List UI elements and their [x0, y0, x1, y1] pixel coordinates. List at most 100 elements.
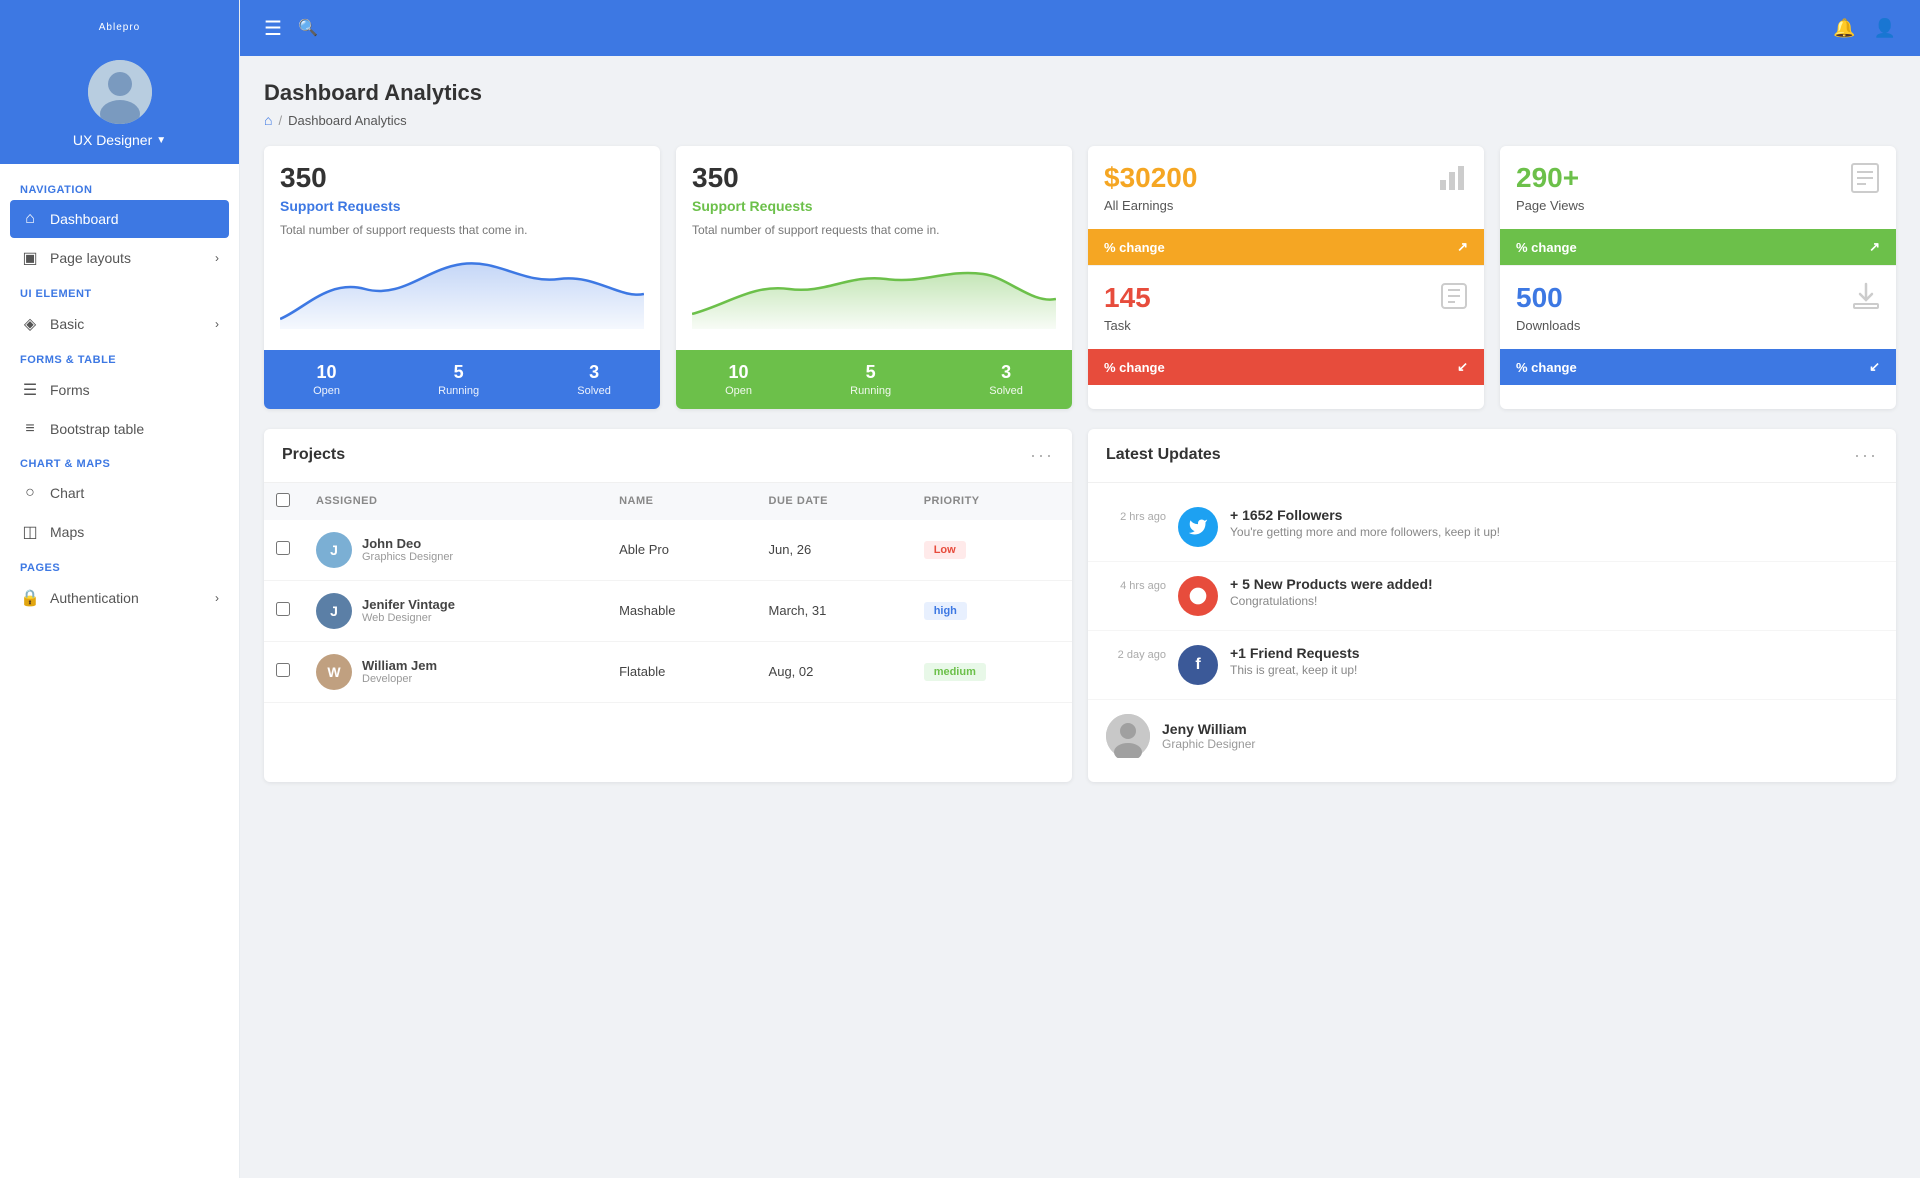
row-checkbox[interactable] — [276, 602, 290, 616]
breadcrumb-home-icon[interactable]: ⌂ — [264, 112, 272, 128]
downloads-change-btn[interactable]: % change ↙ — [1500, 349, 1896, 385]
home-icon: ⌂ — [20, 210, 40, 228]
task-trend-icon: ↙ — [1457, 359, 1468, 375]
row-project-cell: Able Pro — [607, 520, 756, 581]
topbar-icons: 🔔 👤 — [1833, 18, 1896, 39]
row-priority-cell: medium — [912, 641, 1072, 702]
earnings-top: $30200 All Earnings — [1088, 146, 1484, 229]
project-user-role: Developer — [362, 673, 437, 685]
sidebar-item-bootstrap-table[interactable]: ≡ Bootstrap table — [0, 410, 239, 448]
task-label: Task — [1104, 318, 1151, 333]
project-user-role: Web Designer — [362, 612, 455, 624]
menu-toggle-icon[interactable]: ☰ — [264, 16, 282, 41]
pageviews-change-btn[interactable]: % change ↗ — [1500, 229, 1896, 265]
update-content: + 5 New Products were added! Congratulat… — [1230, 576, 1433, 608]
username-caret: ▼ — [156, 135, 166, 146]
latest-updates-title: Latest Updates — [1106, 446, 1221, 464]
maps-icon: ◫ — [20, 522, 40, 542]
sidebar-item-chart[interactable]: ○ Chart — [0, 474, 239, 512]
row-priority-cell: high — [912, 580, 1072, 641]
row-due-date-cell: Jun, 26 — [757, 520, 912, 581]
update-desc: Congratulations! — [1230, 594, 1433, 608]
chevron-right-icon: › — [215, 251, 219, 265]
col-assigned: ASSIGNED — [304, 483, 607, 520]
project-user: W William Jem Developer — [316, 654, 595, 690]
lower-section: Projects ··· ASSIGNED NAME DUE DATE PRIO… — [264, 429, 1896, 782]
earnings-label: All Earnings — [1104, 198, 1197, 213]
chevron-right-icon: › — [215, 317, 219, 331]
downloads-info: 500 Downloads — [1516, 282, 1580, 333]
sidebar-item-page-layouts[interactable]: ▣ Page layouts › — [0, 238, 239, 278]
priority-badge: medium — [924, 663, 986, 681]
stat-running: 5 Running — [438, 362, 479, 397]
table-row: J Jenifer Vintage Web Designer Mashable … — [264, 580, 1072, 641]
user-profile-icon[interactable]: 👤 — [1874, 18, 1896, 39]
projects-table-head: ASSIGNED NAME DUE DATE PRIORITY — [264, 483, 1072, 520]
pageviews-change-label: % change — [1516, 240, 1577, 255]
task-change-btn[interactable]: % change ↙ — [1088, 349, 1484, 385]
app-name: Able — [99, 22, 123, 33]
col-name: NAME — [607, 483, 756, 520]
sidebar-item-basic[interactable]: ◈ Basic › — [0, 304, 239, 344]
projects-title: Projects — [282, 446, 345, 464]
task-top: 145 Task — [1088, 265, 1484, 349]
row-due-date-cell: March, 31 — [757, 580, 912, 641]
topbar: ☰ 🔍 🔔 👤 — [240, 0, 1920, 56]
sidebar-item-dashboard[interactable]: ⌂ Dashboard — [10, 200, 229, 238]
project-user-name: Jenifer Vintage — [362, 597, 455, 612]
projects-panel-header: Projects ··· — [264, 429, 1072, 483]
update-time: 2 day ago — [1106, 649, 1166, 661]
table-row: J John Deo Graphics Designer Able Pro Ju… — [264, 520, 1072, 581]
chevron-right-icon: › — [215, 591, 219, 605]
task-change-label: % change — [1104, 360, 1165, 375]
update-content: + 1652 Followers You're getting more and… — [1230, 507, 1500, 539]
sidebar-item-label: Page layouts — [50, 250, 131, 266]
sidebar-item-maps[interactable]: ◫ Maps — [0, 512, 239, 552]
sidebar-header: Ablepro UX Designer ▼ — [0, 0, 239, 164]
nav-section-navigation: Navigation — [0, 174, 239, 200]
row-assigned-cell: J John Deo Graphics Designer — [304, 520, 607, 581]
row-checkbox-cell — [264, 641, 304, 702]
breadcrumb-separator: / — [278, 113, 282, 128]
row-assigned-cell: W William Jem Developer — [304, 641, 607, 702]
notification-bell-icon[interactable]: 🔔 — [1833, 18, 1855, 39]
stat-solved: 3 Solved — [989, 362, 1023, 397]
sidebar-nav: Navigation ⌂ Dashboard ▣ Page layouts › … — [0, 164, 239, 628]
avatar — [88, 60, 152, 124]
updates-menu-dots[interactable]: ··· — [1854, 445, 1878, 466]
chart-icon: ○ — [20, 484, 40, 502]
row-assigned-cell: J Jenifer Vintage Web Designer — [304, 580, 607, 641]
project-user-info: Jenifer Vintage Web Designer — [362, 597, 455, 624]
sidebar-username[interactable]: UX Designer ▼ — [73, 132, 166, 148]
update-item: 2 hrs ago + 1652 Followers You're gettin… — [1088, 493, 1896, 562]
select-all-checkbox[interactable] — [276, 493, 290, 507]
projects-panel: Projects ··· ASSIGNED NAME DUE DATE PRIO… — [264, 429, 1072, 782]
task-number: 145 — [1104, 282, 1151, 314]
stat-desc: Total number of support requests that co… — [692, 222, 1056, 239]
update-desc: This is great, keep it up! — [1230, 663, 1360, 677]
earnings-info: $30200 All Earnings — [1104, 162, 1197, 213]
update-user-info: Jeny William Graphic Designer — [1162, 721, 1255, 751]
update-user-name: Jeny William — [1162, 721, 1255, 737]
nav-section-forms-table: Forms & Table — [0, 344, 239, 370]
row-checkbox[interactable] — [276, 541, 290, 555]
stat-card-earnings-task: $30200 All Earnings % change ↗ 145 Task — [1088, 146, 1484, 409]
earnings-change-btn[interactable]: % change ↗ — [1088, 229, 1484, 265]
stat-card-bottom-blue: 10 Open 5 Running 3 Solved — [264, 350, 660, 409]
stat-solved: 3 Solved — [577, 362, 611, 397]
twitter-icon — [1178, 507, 1218, 547]
stat-card-bottom-green: 10 Open 5 Running 3 Solved — [676, 350, 1072, 409]
task-info: 145 Task — [1104, 282, 1151, 333]
downloads-icon — [1852, 282, 1880, 317]
projects-menu-dots[interactable]: ··· — [1030, 445, 1054, 466]
sidebar-item-authentication[interactable]: 🔒 Authentication › — [0, 578, 239, 618]
page-header: Dashboard Analytics ⌂ / Dashboard Analyt… — [264, 80, 1896, 128]
sidebar-item-forms[interactable]: ☰ Forms — [0, 370, 239, 410]
pageviews-info: 290+ Page Views — [1516, 162, 1584, 213]
stat-cards-row: 350 Support Requests Total number of sup… — [264, 146, 1896, 409]
stat-desc: Total number of support requests that co… — [280, 222, 644, 239]
row-checkbox[interactable] — [276, 663, 290, 677]
downloads-label: Downloads — [1516, 318, 1580, 333]
main-area: ☰ 🔍 🔔 👤 Dashboard Analytics ⌂ / Dashboar… — [240, 0, 1920, 1178]
search-icon[interactable]: 🔍 — [298, 18, 318, 38]
